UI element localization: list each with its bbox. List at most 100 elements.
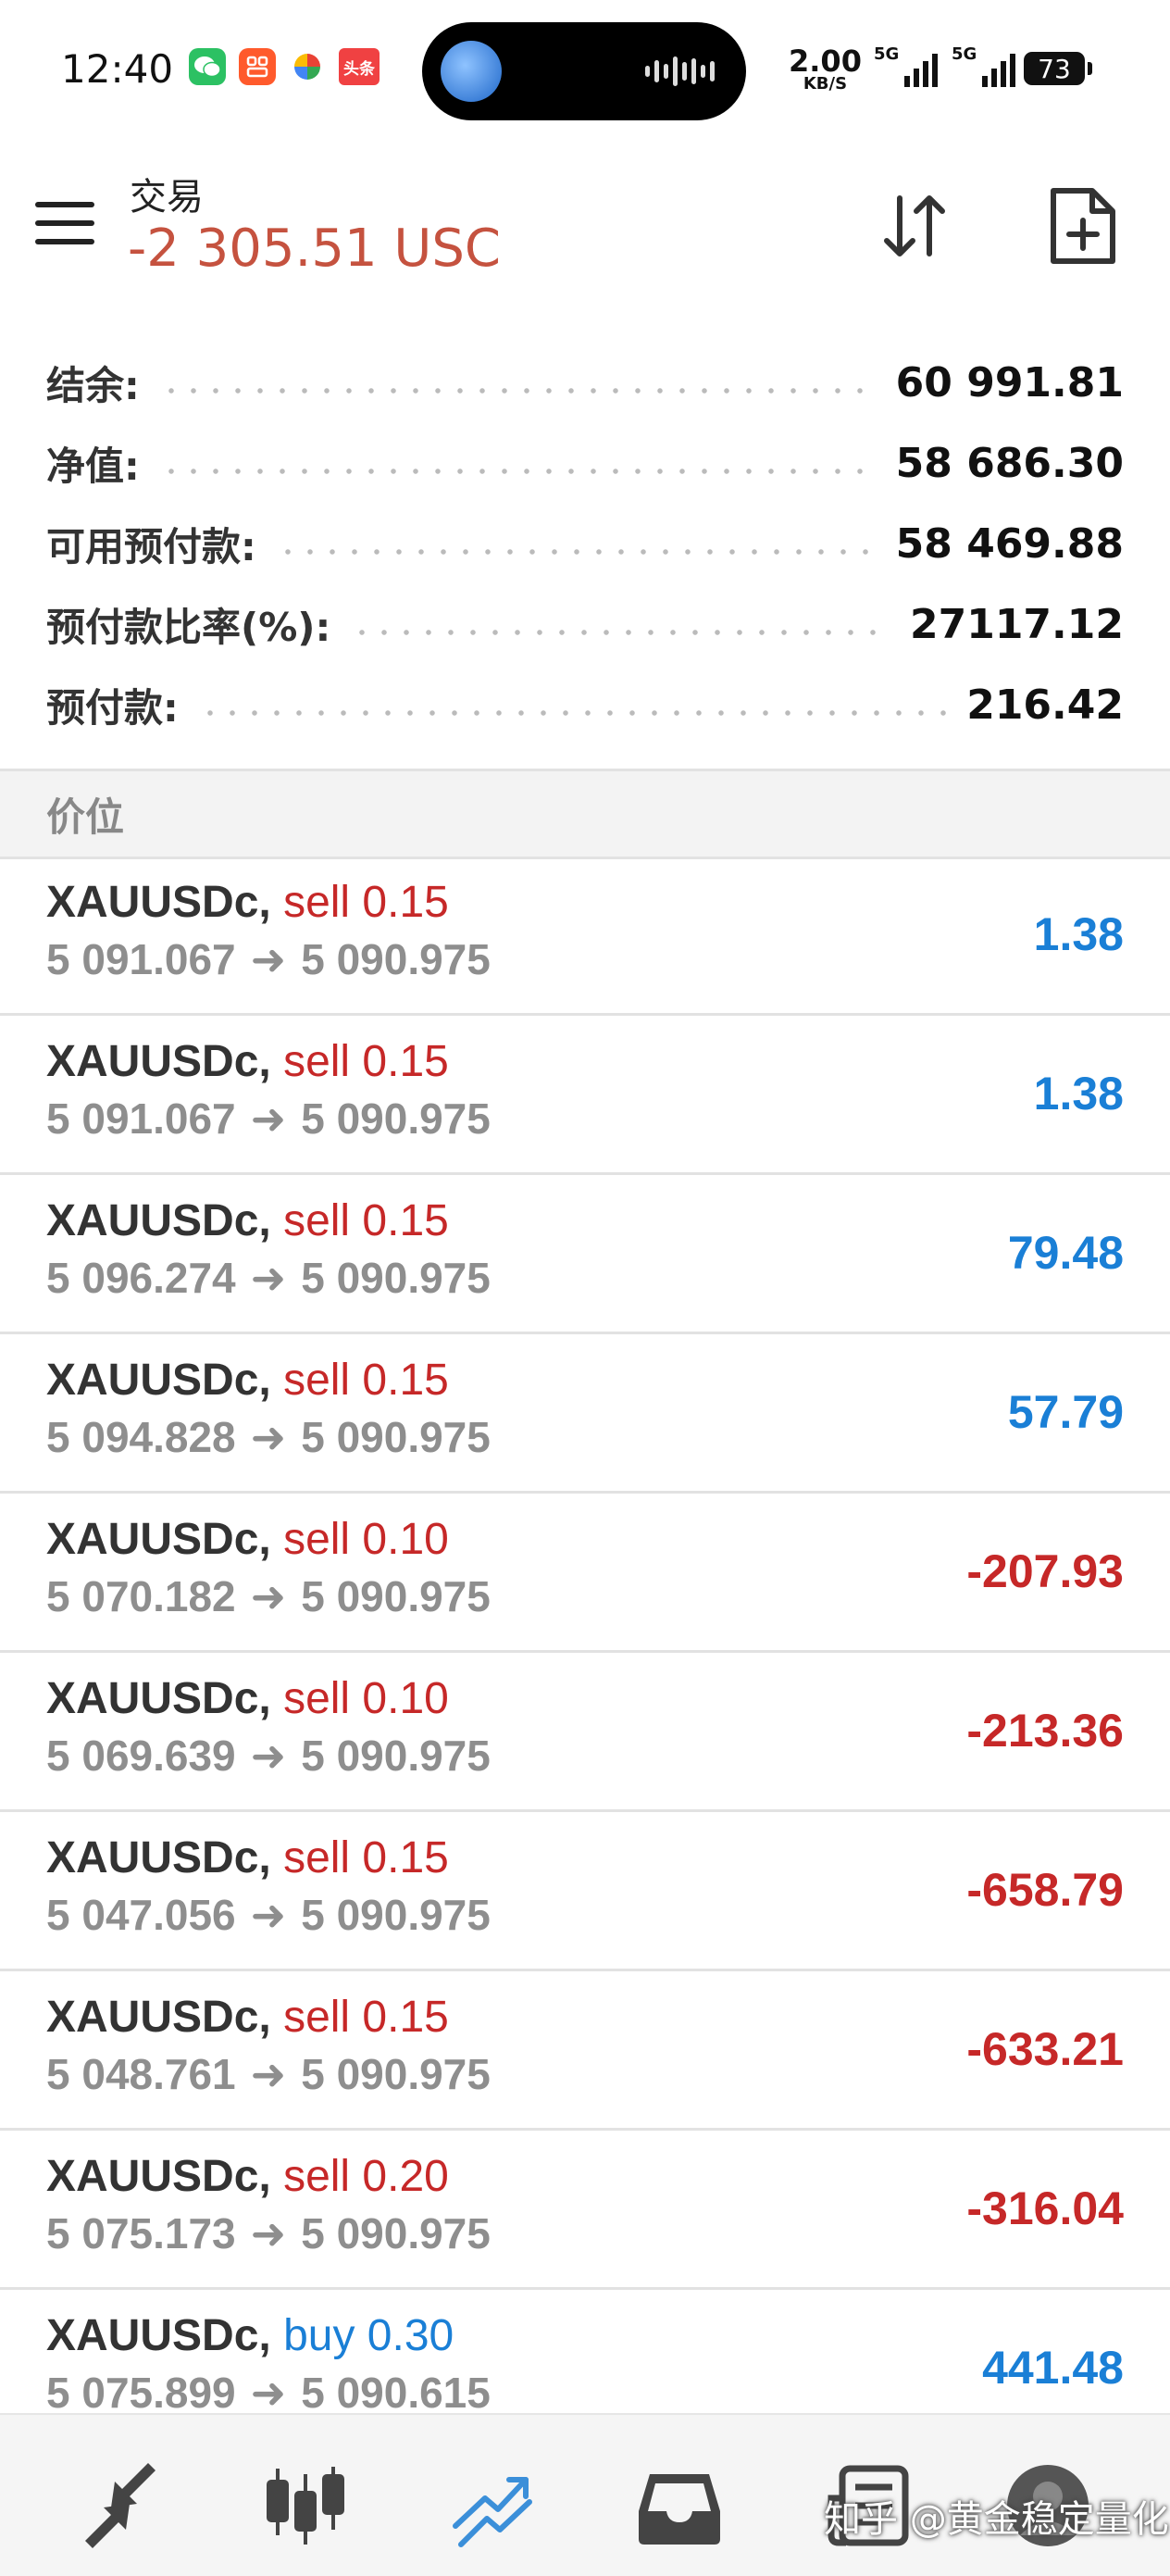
position-row[interactable]: XAUUSDc, sell 0.10 5 069.639 ➜ 5 090.975 -21… bbox=[0, 1653, 1170, 1812]
chart-icon[interactable] bbox=[261, 2461, 350, 2550]
trade-icon[interactable] bbox=[448, 2461, 537, 2550]
audio-wave-icon bbox=[645, 56, 715, 87]
position-row[interactable]: XAUUSDc, sell 0.20 5 075.173 ➜ 5 090.975 -31… bbox=[0, 2131, 1170, 2290]
pinwheel-icon bbox=[289, 48, 326, 85]
open-price: 5 070.182 bbox=[46, 1572, 236, 1620]
open-price: 5 048.761 bbox=[46, 2050, 236, 2098]
arrow-right-icon: ➜ bbox=[250, 935, 287, 983]
app-header: 交易 -2 305.51 USC bbox=[0, 139, 1170, 315]
position-profit: -316.04 bbox=[966, 2182, 1124, 2234]
network-speed-value: 2.00 bbox=[789, 44, 862, 79]
position-side-volume: sell 0.15 bbox=[283, 1037, 449, 1086]
signal-label: 5G bbox=[874, 44, 900, 64]
position-symbol: XAUUSDc, bbox=[46, 1196, 271, 1245]
dotted-leader bbox=[159, 468, 876, 474]
position-header: XAUUSDc, sell 0.15 bbox=[46, 877, 449, 928]
position-profit: 441.48 bbox=[982, 2342, 1124, 2394]
hamburger-menu-icon[interactable] bbox=[35, 202, 94, 246]
section-label: 价位 bbox=[46, 794, 125, 840]
position-profit: 57.79 bbox=[1007, 1386, 1124, 1438]
current-price: 5 090.975 bbox=[301, 935, 491, 983]
sort-icon[interactable] bbox=[876, 187, 953, 265]
page-title: 交易 bbox=[130, 176, 204, 219]
history-icon[interactable] bbox=[635, 2461, 724, 2550]
positions-list: XAUUSDc, sell 0.15 5 091.067 ➜ 5 090.975 1.3… bbox=[0, 857, 1170, 2449]
position-prices: 5 048.761 ➜ 5 090.975 bbox=[46, 2049, 491, 2099]
current-price: 5 090.975 bbox=[301, 1732, 491, 1780]
new-order-icon[interactable] bbox=[1046, 183, 1120, 269]
position-header: XAUUSDc, sell 0.10 bbox=[46, 1673, 449, 1724]
position-side-volume: sell 0.15 bbox=[283, 1196, 449, 1245]
position-header: XAUUSDc, sell 0.15 bbox=[46, 1036, 449, 1087]
total-profit: -2 305.51 USC bbox=[128, 219, 502, 279]
position-prices: 5 075.899 ➜ 5 090.615 bbox=[46, 2368, 491, 2418]
current-price: 5 090.975 bbox=[301, 2050, 491, 2098]
arrow-right-icon: ➜ bbox=[250, 2050, 287, 2098]
position-symbol: XAUUSDc, bbox=[46, 1993, 271, 2042]
taobao-icon bbox=[239, 48, 276, 85]
position-prices: 5 075.173 ➜ 5 090.975 bbox=[46, 2208, 491, 2258]
position-profit: -633.21 bbox=[966, 2023, 1124, 2075]
position-row[interactable]: XAUUSDc, sell 0.15 5 091.067 ➜ 5 090.975 1.3… bbox=[0, 1016, 1170, 1175]
position-prices: 5 094.828 ➜ 5 090.975 bbox=[46, 1412, 491, 1462]
current-price: 5 090.975 bbox=[301, 1891, 491, 1939]
position-side-volume: buy 0.30 bbox=[283, 2311, 454, 2360]
current-price: 5 090.975 bbox=[301, 2209, 491, 2257]
position-profit: -207.93 bbox=[966, 1545, 1124, 1597]
dotted-leader bbox=[198, 709, 947, 716]
position-row[interactable]: XAUUSDc, sell 0.15 5 096.274 ➜ 5 090.975 79.… bbox=[0, 1175, 1170, 1334]
summary-label: 预付款比率(%): bbox=[46, 605, 331, 650]
arrow-right-icon: ➜ bbox=[250, 2209, 287, 2257]
position-profit: -213.36 bbox=[966, 1705, 1124, 1757]
summary-row-balance: 结余: 60 991.81 bbox=[46, 343, 1124, 423]
position-side-volume: sell 0.10 bbox=[283, 1515, 449, 1564]
position-symbol: XAUUSDc, bbox=[46, 1037, 271, 1086]
position-prices: 5 091.067 ➜ 5 090.975 bbox=[46, 1094, 491, 1144]
signal-strength-icon: 5G bbox=[952, 44, 1016, 87]
open-price: 5 091.067 bbox=[46, 1094, 236, 1143]
position-symbol: XAUUSDc, bbox=[46, 1515, 271, 1564]
position-header: XAUUSDc, sell 0.10 bbox=[46, 1514, 449, 1565]
quotes-icon[interactable] bbox=[76, 2461, 165, 2550]
position-row[interactable]: XAUUSDc, sell 0.15 5 047.056 ➜ 5 090.975 -65… bbox=[0, 1812, 1170, 1971]
signal-strength-icon: 5G bbox=[874, 44, 939, 87]
battery-icon: 73 bbox=[1024, 52, 1092, 85]
open-price: 5 047.056 bbox=[46, 1891, 236, 1939]
position-side-volume: sell 0.15 bbox=[283, 878, 449, 927]
open-price: 5 096.274 bbox=[46, 1254, 236, 1302]
summary-row-margin: 预付款: 216.42 bbox=[46, 665, 1124, 745]
arrow-right-icon: ➜ bbox=[250, 1732, 287, 1780]
position-profit: -658.79 bbox=[966, 1864, 1124, 1916]
summary-row-equity: 净值: 58 686.30 bbox=[46, 423, 1124, 504]
position-row[interactable]: XAUUSDc, sell 0.10 5 070.182 ➜ 5 090.975 -20… bbox=[0, 1494, 1170, 1653]
position-symbol: XAUUSDc, bbox=[46, 2311, 271, 2360]
position-header: XAUUSDc, buy 0.30 bbox=[46, 2310, 454, 2361]
current-price: 5 090.975 bbox=[301, 1572, 491, 1620]
signal-label: 5G bbox=[952, 44, 977, 64]
position-header: XAUUSDc, sell 0.15 bbox=[46, 1992, 449, 2043]
dynamic-island[interactable] bbox=[422, 22, 746, 120]
open-price: 5 091.067 bbox=[46, 935, 236, 983]
summary-row-free-margin: 可用预付款: 58 469.88 bbox=[46, 504, 1124, 584]
position-row[interactable]: XAUUSDc, sell 0.15 5 094.828 ➜ 5 090.975 57.… bbox=[0, 1334, 1170, 1494]
position-symbol: XAUUSDc, bbox=[46, 1833, 271, 1882]
position-row[interactable]: XAUUSDc, sell 0.15 5 091.067 ➜ 5 090.975 1.3… bbox=[0, 857, 1170, 1016]
arrow-right-icon: ➜ bbox=[250, 1254, 287, 1302]
position-side-volume: sell 0.15 bbox=[283, 1356, 449, 1405]
open-price: 5 069.639 bbox=[46, 1732, 236, 1780]
arrow-right-icon: ➜ bbox=[250, 1094, 287, 1143]
position-symbol: XAUUSDc, bbox=[46, 1356, 271, 1405]
open-price: 5 075.173 bbox=[46, 2209, 236, 2257]
dotted-leader bbox=[276, 548, 876, 555]
summary-value: 58 469.88 bbox=[895, 520, 1124, 568]
wechat-icon bbox=[189, 48, 226, 85]
network-speed: 2.00 KB/S bbox=[789, 46, 862, 93]
arrow-right-icon: ➜ bbox=[250, 1891, 287, 1939]
summary-value: 27117.12 bbox=[909, 601, 1124, 648]
dotted-leader bbox=[351, 629, 890, 635]
position-profit: 1.38 bbox=[1033, 1068, 1124, 1119]
current-price: 5 090.615 bbox=[301, 2369, 491, 2417]
position-prices: 5 096.274 ➜ 5 090.975 bbox=[46, 1253, 491, 1303]
position-prices: 5 070.182 ➜ 5 090.975 bbox=[46, 1571, 491, 1621]
position-row[interactable]: XAUUSDc, sell 0.15 5 048.761 ➜ 5 090.975 -63… bbox=[0, 1971, 1170, 2131]
